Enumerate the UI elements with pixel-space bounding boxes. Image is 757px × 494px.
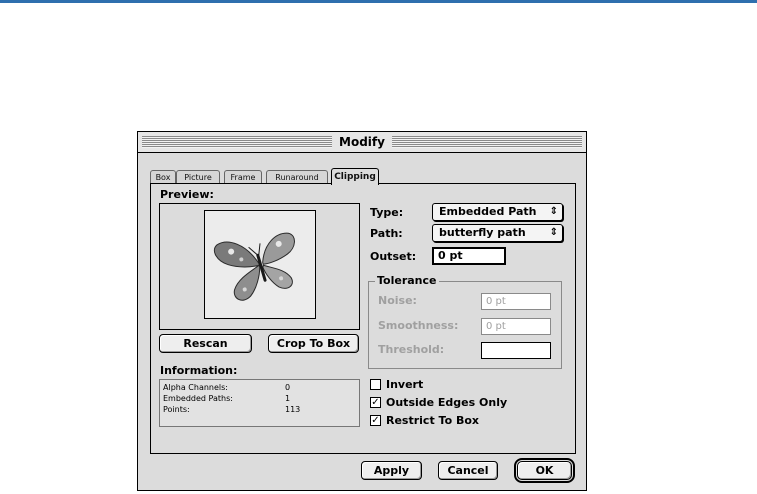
butterfly-image [213, 232, 295, 301]
tab-frame[interactable]: Frame [224, 170, 262, 183]
tab-box[interactable]: Box [150, 170, 176, 183]
threshold-field[interactable] [481, 342, 551, 359]
information-label: Information: [160, 364, 238, 377]
outside-edges-only-checkbox[interactable]: ✓ [370, 397, 381, 408]
restrict-to-box-label[interactable]: Restrict To Box [386, 414, 479, 428]
info-value: 0 [285, 383, 291, 392]
outset-label: Outset: [370, 250, 417, 263]
up-down-arrows-icon: ⇕ [549, 227, 558, 238]
outside-edges-only-label[interactable]: Outside Edges Only [386, 396, 507, 410]
smoothness-label: Smoothness: [378, 319, 459, 332]
title-bar[interactable]: Modify [138, 132, 586, 153]
tolerance-title: Tolerance [375, 274, 439, 288]
path-label: Path: [370, 227, 403, 240]
type-popup[interactable]: Embedded Path ⇕ [432, 203, 563, 221]
info-row-embedded-paths: Embedded Paths: 1 [163, 393, 353, 404]
tab-clipping[interactable]: Clipping [331, 168, 379, 185]
up-down-arrows-icon: ⇕ [549, 206, 558, 217]
restrict-to-box-checkbox[interactable]: ✓ [370, 415, 381, 426]
preview-box [159, 203, 360, 330]
invert-label[interactable]: Invert [386, 378, 423, 392]
window-top-edge [0, 0, 757, 3]
checkmark-icon: ✓ [371, 397, 380, 408]
noise-field[interactable]: 0 pt [481, 293, 551, 310]
path-popup[interactable]: butterfly path ⇕ [432, 224, 563, 242]
preview-image-frame [204, 210, 316, 319]
outset-field[interactable]: 0 pt [432, 247, 506, 265]
preview-label: Preview: [160, 188, 214, 201]
info-row-alpha-channels: Alpha Channels: 0 [163, 382, 353, 393]
dialog-title: Modify [332, 134, 392, 150]
tab-runaround[interactable]: Runaround [266, 170, 328, 183]
type-value: Embedded Path [439, 205, 537, 218]
info-row-points: Points: 113 [163, 404, 353, 415]
info-key: Points: [163, 405, 190, 414]
smoothness-field[interactable]: 0 pt [481, 318, 551, 335]
rescan-button[interactable]: Rescan [159, 334, 252, 353]
information-box: Alpha Channels: 0 Embedded Paths: 1 Poin… [159, 379, 360, 427]
modify-dialog: Modify Box Picture Frame Runaround Clipp… [137, 131, 587, 491]
info-key: Alpha Channels: [163, 383, 228, 392]
threshold-label: Threshold: [378, 343, 445, 356]
invert-checkbox[interactable] [370, 379, 381, 390]
info-value: 1 [285, 394, 291, 403]
info-key: Embedded Paths: [163, 394, 233, 403]
path-value: butterfly path [439, 226, 526, 239]
apply-button[interactable]: Apply [361, 461, 422, 480]
tab-picture[interactable]: Picture [176, 170, 220, 183]
cancel-button[interactable]: Cancel [438, 461, 498, 480]
crop-to-box-button[interactable]: Crop To Box [268, 334, 359, 353]
noise-label: Noise: [378, 294, 417, 307]
checkmark-icon: ✓ [371, 415, 380, 426]
ok-button[interactable]: OK [514, 458, 575, 483]
info-value: 113 [285, 405, 301, 414]
type-label: Type: [370, 206, 404, 219]
